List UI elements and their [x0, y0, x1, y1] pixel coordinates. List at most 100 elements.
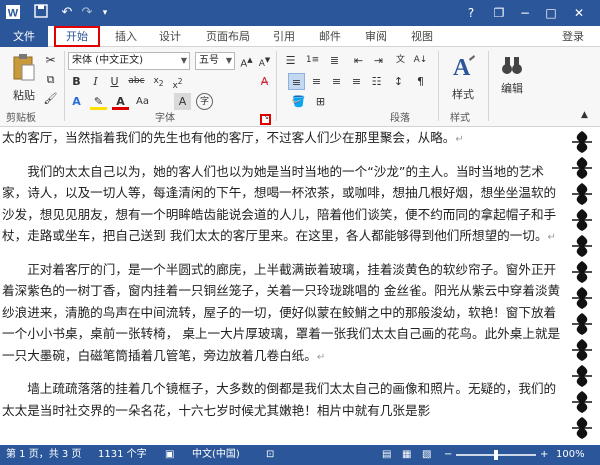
- chinese-layout-icon[interactable]: 文: [392, 52, 409, 69]
- font-size-value: 五号: [199, 55, 219, 66]
- text-effects-icon[interactable]: A: [68, 93, 85, 110]
- tab-insert[interactable]: 插入: [106, 26, 146, 47]
- print-layout-icon[interactable]: ▦: [402, 445, 411, 465]
- superscript-icon[interactable]: x2: [169, 73, 186, 91]
- group-separator: [488, 51, 489, 121]
- language-indicator[interactable]: 中文(中国): [192, 445, 240, 465]
- minimize-button[interactable]: −: [512, 3, 538, 23]
- ribbon: 粘贴 ✂ ⧉ 🖌 剪贴板 宋体 (中文正文) ▼ 五号 ▼ A▲ A▼ B I …: [0, 47, 600, 127]
- show-marks-icon[interactable]: ¶: [412, 73, 429, 90]
- change-case-icon[interactable]: Aa: [134, 93, 151, 110]
- enclose-char-icon[interactable]: 字: [196, 93, 213, 110]
- grow-font-icon[interactable]: A▲: [238, 52, 255, 69]
- word-icon[interactable]: W: [4, 4, 22, 26]
- document-paragraph[interactable]: 我们的太太自己以为，她的客人们也以为她是当时当地的一个“沙龙”的主人。当时当地的…: [2, 161, 565, 249]
- tab-design[interactable]: 设计: [150, 26, 190, 47]
- highlight-icon[interactable]: ✎: [90, 93, 107, 110]
- align-right-icon[interactable]: ≡: [328, 73, 345, 90]
- title-bar: W ↶ ↷ ▾ ? ❐ − □ ✕: [0, 0, 600, 26]
- paragraph-mark: ↵: [455, 134, 464, 145]
- shading-icon[interactable]: 🪣: [290, 93, 307, 110]
- bold-icon[interactable]: B: [68, 73, 85, 90]
- styles-button[interactable]: A 样式: [444, 53, 482, 102]
- editing-label: 编辑: [501, 82, 523, 95]
- document-paragraph[interactable]: 墙上疏疏落落的挂着几个镜框子，大多数的倒都是我们太太自己的画像和照片。无疑的，我…: [2, 378, 565, 421]
- clear-format-icon[interactable]: A̶: [256, 73, 273, 90]
- distributed-icon[interactable]: ☷: [368, 73, 385, 90]
- numbering-icon[interactable]: 1≡: [304, 52, 321, 69]
- ribbon-display-button[interactable]: ❐: [486, 3, 512, 23]
- chevron-down-icon: ▼: [180, 56, 187, 65]
- ribbon-tabs: 文件 开始 插入 设计 页面布局 引用 邮件 审阅 视图 登录: [0, 26, 600, 47]
- bullets-icon[interactable]: ☰: [282, 52, 299, 69]
- tab-mailings[interactable]: 邮件: [310, 26, 350, 47]
- binoculars-icon: [502, 57, 522, 74]
- group-label-font: 字体: [155, 113, 175, 124]
- font-dialog-launcher[interactable]: ↘: [260, 113, 271, 125]
- decrease-indent-icon[interactable]: ⇤: [350, 52, 367, 69]
- redo-icon[interactable]: ↷: [78, 4, 96, 22]
- paragraph-mark: ↵: [547, 232, 556, 243]
- paste-icon: [13, 54, 35, 81]
- underline-icon[interactable]: U: [106, 73, 123, 90]
- help-button[interactable]: ?: [458, 3, 484, 23]
- proofing-icon[interactable]: ▣: [165, 445, 174, 465]
- page-count[interactable]: 第 1 页，共 3 页: [6, 445, 81, 465]
- web-layout-icon[interactable]: ▧: [422, 445, 431, 465]
- borders-icon[interactable]: ⊞: [312, 93, 329, 110]
- tab-layout[interactable]: 页面布局: [198, 26, 258, 47]
- italic-icon[interactable]: I: [87, 73, 104, 90]
- undo-icon[interactable]: ↶: [58, 4, 76, 22]
- copy-icon[interactable]: ⧉: [42, 71, 59, 88]
- cut-icon[interactable]: ✂: [42, 52, 59, 69]
- save-icon[interactable]: [32, 4, 50, 24]
- group-label-styles: 样式: [450, 113, 470, 124]
- increase-indent-icon[interactable]: ⇥: [370, 52, 387, 69]
- zoom-in-button[interactable]: +: [540, 445, 548, 465]
- subscript-icon[interactable]: x2: [150, 73, 167, 90]
- format-painter-icon[interactable]: 🖌: [42, 90, 59, 107]
- strikethrough-icon[interactable]: abc: [128, 73, 145, 90]
- group-separator: [64, 51, 65, 121]
- align-left-icon[interactable]: ≡: [288, 73, 305, 90]
- line-spacing-icon[interactable]: ↕: [390, 73, 407, 90]
- paste-label: 粘贴: [13, 89, 35, 102]
- styles-label: 样式: [452, 88, 474, 101]
- justify-icon[interactable]: ≡: [348, 73, 365, 90]
- customize-quick-access-icon[interactable]: ▾: [96, 4, 114, 22]
- zoom-slider-thumb[interactable]: [494, 450, 498, 460]
- editing-button[interactable]: 编辑: [494, 53, 530, 96]
- tab-home[interactable]: 开始: [54, 26, 100, 47]
- document-paragraph[interactable]: 太的客厅，当然指着我们的先生也有他的客厅，不过客人们少在那里聚会，从略。↵: [2, 127, 565, 151]
- document-canvas[interactable]: 太的客厅，当然指着我们的先生也有他的客厅，不过客人们少在那里聚会，从略。↵ 我们…: [0, 127, 600, 445]
- font-color-icon[interactable]: A: [112, 93, 129, 110]
- document-body[interactable]: 太的客厅，当然指着我们的先生也有他的客厅，不过客人们少在那里聚会，从略。↵ 我们…: [0, 127, 565, 445]
- multilevel-list-icon[interactable]: ≣: [326, 52, 343, 69]
- word-count[interactable]: 1131 个字: [98, 445, 147, 465]
- tab-file[interactable]: 文件: [0, 26, 48, 47]
- font-name-select[interactable]: 宋体 (中文正文) ▼: [68, 52, 190, 70]
- group-label-paragraph: 段落: [390, 113, 410, 124]
- tab-review[interactable]: 审阅: [356, 26, 396, 47]
- status-bar: 第 1 页，共 3 页 1131 个字 ▣ 中文(中国) ⊡ ▤ ▦ ▧ − +…: [0, 445, 600, 465]
- paste-button[interactable]: 粘贴: [6, 53, 42, 103]
- shrink-font-icon[interactable]: A▼: [256, 52, 273, 69]
- tab-view[interactable]: 视图: [402, 26, 442, 47]
- char-shading-icon[interactable]: A: [174, 93, 191, 110]
- close-button[interactable]: ✕: [566, 3, 592, 23]
- tab-references[interactable]: 引用: [264, 26, 304, 47]
- svg-text:A: A: [453, 55, 471, 81]
- maximize-button[interactable]: □: [538, 3, 564, 23]
- collapse-ribbon-icon[interactable]: ▲: [576, 107, 593, 124]
- font-size-select[interactable]: 五号 ▼: [195, 52, 235, 70]
- svg-text:W: W: [8, 8, 19, 20]
- sign-in-link[interactable]: 登录: [562, 26, 584, 47]
- macro-icon[interactable]: ⊡: [266, 445, 274, 465]
- zoom-out-button[interactable]: −: [444, 445, 452, 465]
- zoom-level[interactable]: 100%: [556, 445, 585, 465]
- paragraph-mark: ↵: [316, 351, 326, 363]
- document-paragraph[interactable]: 正对着客厅的门，是一个半圆式的廊庑，上半截满嵌着玻璃，挂着淡黄色的软纱帘子。窗外…: [2, 259, 565, 369]
- sort-icon[interactable]: A↓: [412, 52, 429, 69]
- read-mode-icon[interactable]: ▤: [382, 445, 391, 465]
- align-center-icon[interactable]: ≡: [308, 73, 325, 90]
